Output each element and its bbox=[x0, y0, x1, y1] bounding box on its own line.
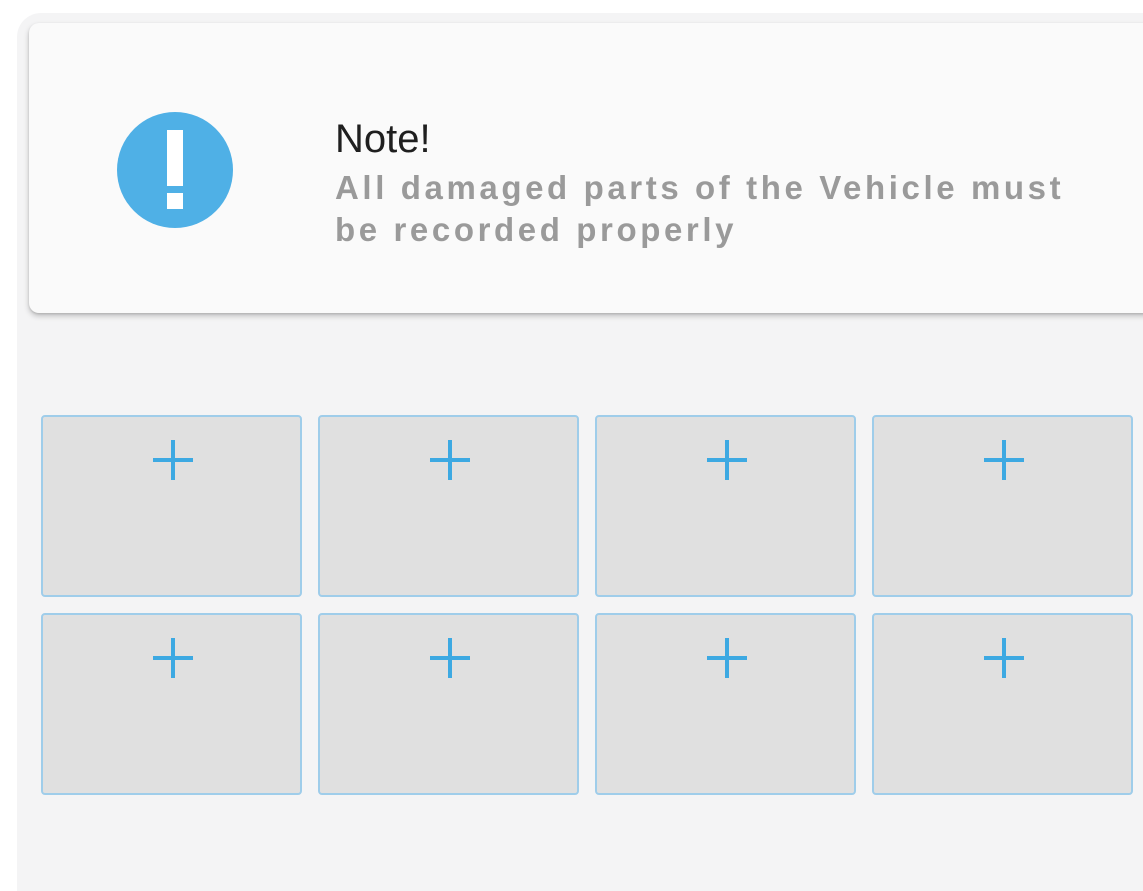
add-photo-slot-2[interactable] bbox=[318, 415, 579, 597]
add-photo-slot-6[interactable] bbox=[318, 613, 579, 795]
plus-icon bbox=[153, 440, 193, 480]
add-photo-slot-8[interactable] bbox=[872, 613, 1133, 795]
add-photo-slot-3[interactable] bbox=[595, 415, 856, 597]
add-photo-slot-1[interactable] bbox=[41, 415, 302, 597]
plus-icon bbox=[707, 440, 747, 480]
exclamation-dot bbox=[167, 193, 183, 209]
note-title: Note! bbox=[335, 117, 431, 161]
damage-photo-grid bbox=[41, 415, 1133, 795]
plus-icon bbox=[984, 638, 1024, 678]
note-card: Note! All damaged parts of the Vehicle m… bbox=[29, 23, 1143, 313]
add-photo-slot-5[interactable] bbox=[41, 613, 302, 795]
plus-icon bbox=[984, 440, 1024, 480]
plus-icon bbox=[430, 638, 470, 678]
plus-icon bbox=[153, 638, 193, 678]
add-photo-slot-7[interactable] bbox=[595, 613, 856, 795]
add-photo-slot-4[interactable] bbox=[872, 415, 1133, 597]
plus-icon bbox=[430, 440, 470, 480]
alert-circle-icon bbox=[117, 112, 233, 228]
plus-icon bbox=[707, 638, 747, 678]
note-message: All damaged parts of the Vehicle must be… bbox=[335, 169, 1065, 248]
exclamation-bar bbox=[167, 130, 183, 186]
app-screen: Note! All damaged parts of the Vehicle m… bbox=[17, 13, 1143, 891]
